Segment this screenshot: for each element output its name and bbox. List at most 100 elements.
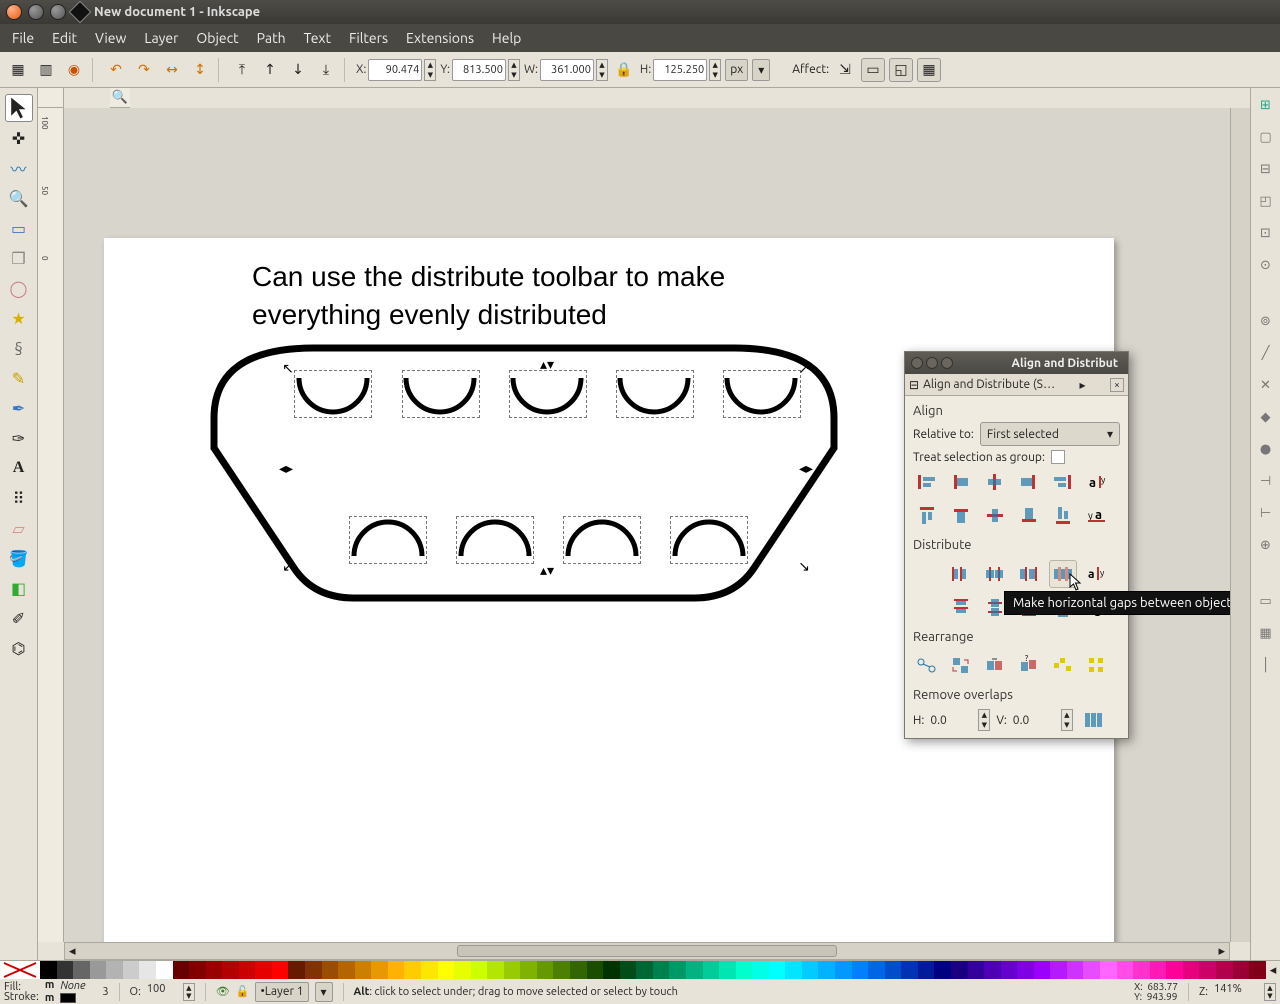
palette-swatch[interactable] bbox=[1017, 961, 1034, 979]
palette-swatch[interactable] bbox=[487, 961, 504, 979]
palette-swatch[interactable] bbox=[1166, 961, 1183, 979]
palette-swatch[interactable] bbox=[669, 961, 686, 979]
palette-swatch[interactable] bbox=[934, 961, 951, 979]
h-spinner[interactable]: ▲▼ bbox=[709, 59, 721, 81]
scale-handle-ne[interactable]: ↗ bbox=[798, 362, 810, 374]
palette-swatch[interactable] bbox=[1216, 961, 1233, 979]
palette-swatch[interactable] bbox=[868, 961, 885, 979]
scale-handle-nw[interactable]: ↖ bbox=[282, 362, 294, 374]
exchange-zorder-icon[interactable] bbox=[981, 652, 1009, 680]
dialog-tab-label[interactable]: Align and Distribute (S… bbox=[923, 378, 1055, 391]
align-bottom-icon[interactable] bbox=[1015, 502, 1043, 530]
palette-swatch[interactable] bbox=[288, 961, 305, 979]
stroke-value[interactable]: m bbox=[45, 992, 54, 1004]
menu-file[interactable]: File bbox=[4, 27, 42, 49]
graph-layout-icon[interactable] bbox=[913, 652, 941, 680]
palette-swatch[interactable] bbox=[703, 961, 720, 979]
palette-swatch[interactable] bbox=[603, 961, 620, 979]
spray-tool[interactable]: ⠿ bbox=[5, 484, 33, 512]
palette-swatch[interactable] bbox=[1199, 961, 1216, 979]
overlap-v-spinner[interactable]: ▲▼ bbox=[1061, 709, 1073, 731]
palette-swatch[interactable] bbox=[504, 961, 521, 979]
palette-swatch[interactable] bbox=[752, 961, 769, 979]
palette-swatch[interactable] bbox=[620, 961, 637, 979]
align-text-anchor-icon[interactable]: ay bbox=[1083, 468, 1111, 496]
exchange-positions-icon[interactable] bbox=[947, 652, 975, 680]
palette-swatch[interactable] bbox=[206, 961, 223, 979]
layer-dropdown-button[interactable]: ▾ bbox=[315, 982, 333, 1002]
palette-swatch[interactable] bbox=[686, 961, 703, 979]
lower-icon[interactable]: ↓ bbox=[286, 58, 310, 82]
palette-swatch[interactable] bbox=[1050, 961, 1067, 979]
menu-view[interactable]: View bbox=[87, 27, 134, 49]
snap-grid-icon[interactable]: ▦ bbox=[1255, 622, 1277, 644]
snap-corner-icon[interactable]: ◰ bbox=[1255, 190, 1277, 212]
palette-swatch[interactable] bbox=[322, 961, 339, 979]
snap-object-mid-icon[interactable]: ⊢ bbox=[1255, 502, 1277, 524]
snap-rotation-icon[interactable]: ⊕ bbox=[1255, 534, 1277, 556]
palette-swatch[interactable] bbox=[40, 961, 57, 979]
palette-swatch[interactable] bbox=[570, 961, 587, 979]
eraser-tool[interactable]: ▱ bbox=[5, 514, 33, 542]
deselect-icon[interactable]: ◉ bbox=[62, 58, 86, 82]
palette-swatch[interactable] bbox=[73, 961, 90, 979]
y-input[interactable]: 813.500 bbox=[452, 59, 506, 81]
bezier-tool[interactable]: ✒ bbox=[5, 394, 33, 422]
relative-to-combo[interactable]: First selected▾ bbox=[980, 422, 1120, 446]
palette-swatch[interactable] bbox=[173, 961, 190, 979]
w-input[interactable]: 361.000 bbox=[540, 59, 594, 81]
opacity-spinner[interactable]: ▲▼ bbox=[183, 983, 195, 1001]
palette-swatch[interactable] bbox=[1067, 961, 1084, 979]
window-maximize-button[interactable] bbox=[50, 4, 66, 20]
palette-swatch[interactable] bbox=[1150, 961, 1167, 979]
palette-none-swatch[interactable] bbox=[0, 961, 40, 979]
snap-intersection-icon[interactable]: ✕ bbox=[1255, 374, 1277, 396]
palette-swatch[interactable] bbox=[769, 961, 786, 979]
align-right-edge-icon[interactable] bbox=[1049, 468, 1077, 496]
palette-swatch[interactable] bbox=[90, 961, 107, 979]
palette-swatch[interactable] bbox=[802, 961, 819, 979]
palette-swatch[interactable] bbox=[1034, 961, 1051, 979]
menu-edit[interactable]: Edit bbox=[44, 27, 85, 49]
snap-page-icon[interactable]: ▭ bbox=[1255, 590, 1277, 612]
palette-swatch[interactable] bbox=[951, 961, 968, 979]
snap-nodes-icon[interactable]: ⊚ bbox=[1255, 310, 1277, 332]
randomize-centers-icon[interactable] bbox=[1049, 652, 1077, 680]
palette-swatch[interactable] bbox=[305, 961, 322, 979]
palette-swatch[interactable] bbox=[255, 961, 272, 979]
treat-as-group-checkbox[interactable] bbox=[1051, 450, 1065, 464]
select-all-layers-icon[interactable]: ▦ bbox=[6, 58, 30, 82]
distribute-hcenter-icon[interactable] bbox=[981, 560, 1009, 588]
align-top-edge-icon[interactable] bbox=[913, 502, 941, 530]
palette-swatch[interactable] bbox=[587, 961, 604, 979]
dialog-close-button[interactable]: × bbox=[1110, 378, 1124, 392]
scale-handle-w[interactable]: ◂▸ bbox=[280, 462, 292, 474]
overlap-h-spinner[interactable]: ▲▼ bbox=[978, 709, 990, 731]
dialog-titlebar[interactable]: Align and Distribut bbox=[905, 352, 1128, 374]
w-spinner[interactable]: ▲▼ bbox=[596, 59, 608, 81]
fill-none[interactable]: None bbox=[60, 980, 96, 992]
palette-swatch[interactable] bbox=[719, 961, 736, 979]
palette-swatch[interactable] bbox=[1133, 961, 1150, 979]
fill-value[interactable]: m bbox=[45, 979, 54, 991]
align-left-edge-icon[interactable] bbox=[913, 468, 941, 496]
snap-midpoint-icon[interactable]: ⊡ bbox=[1255, 222, 1277, 244]
palette-swatch[interactable] bbox=[818, 961, 835, 979]
menu-text[interactable]: Text bbox=[296, 27, 339, 49]
raise-icon[interactable]: ↑ bbox=[258, 58, 282, 82]
affect-gradient-icon[interactable]: ▦ bbox=[917, 58, 941, 82]
palette-swatch[interactable] bbox=[653, 961, 670, 979]
snap-edge-icon[interactable]: ⊟ bbox=[1255, 158, 1277, 180]
palette-swatch[interactable] bbox=[388, 961, 405, 979]
overlap-v-input[interactable]: 0.0 bbox=[1013, 714, 1055, 727]
align-center-v-icon[interactable] bbox=[981, 502, 1009, 530]
rectangle-tool[interactable]: ▭ bbox=[5, 214, 33, 242]
zoom-input[interactable]: 141% bbox=[1214, 983, 1258, 1001]
palette-swatch[interactable] bbox=[421, 961, 438, 979]
palette-swatch[interactable] bbox=[901, 961, 918, 979]
align-text-baseline-icon[interactable]: ya bbox=[1083, 502, 1111, 530]
palette-swatch[interactable] bbox=[156, 961, 173, 979]
palette-swatch[interactable] bbox=[57, 961, 74, 979]
x-input[interactable]: 90.474 bbox=[368, 59, 422, 81]
palette-swatch[interactable] bbox=[438, 961, 455, 979]
